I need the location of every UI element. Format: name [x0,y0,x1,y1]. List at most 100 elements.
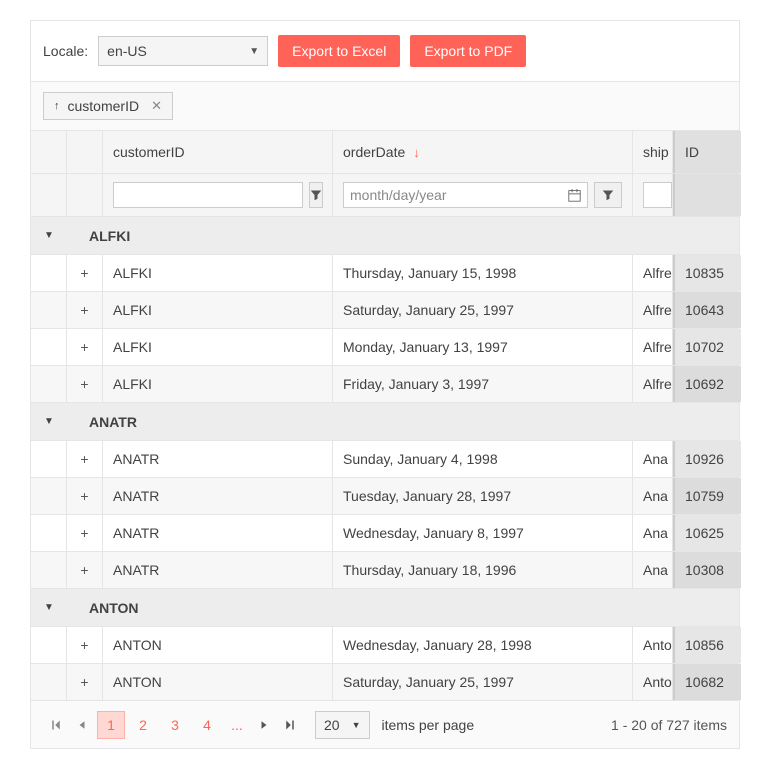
table-row: + ALFKIThursday, January 15, 1998Alfre108… [31,254,739,291]
filter-button-customerID[interactable] [309,182,323,208]
export-excel-button[interactable]: Export to Excel [278,35,400,67]
plus-icon: + [80,302,88,318]
cell-ship: Alfre [633,292,673,328]
cell-ship: Alfre [633,255,673,291]
group-label: ANATR [67,414,137,430]
cell-customerID: ALFKI [103,329,333,365]
expand-row-button[interactable]: + [67,255,103,291]
header-spacer [31,131,67,173]
group-label: ANTON [67,600,139,616]
cell-id: 10759 [673,478,741,514]
expand-row-button[interactable]: + [67,478,103,514]
table-row: +ANTONSaturday, January 25, 1997Anto1068… [31,663,739,700]
expand-row-button[interactable]: + [67,441,103,477]
plus-icon: + [80,265,88,281]
locale-value: en-US [107,43,147,59]
column-header-id[interactable]: ID [673,131,741,173]
plus-icon: + [80,637,88,653]
plus-icon: + [80,339,88,355]
page-number-3[interactable]: 3 [161,711,189,739]
cell-orderDate: Friday, January 3, 1997 [333,366,633,402]
pager-next-button[interactable] [251,712,277,738]
cell-customerID: ANATR [103,441,333,477]
filter-input-orderDate[interactable]: month/day/year [343,182,588,208]
cell-id: 10835 [673,255,741,291]
cell-customerID: ANATR [103,515,333,551]
filter-input-customerID[interactable] [113,182,303,208]
cell-customerID: ANATR [103,552,333,588]
expand-row-button[interactable]: + [67,329,103,365]
plus-icon: + [80,451,88,467]
page-size-select[interactable]: 20 ▼ [315,711,370,739]
cell-orderDate: Wednesday, January 28, 1998 [333,627,633,663]
plus-icon: + [80,525,88,541]
last-page-icon [284,719,296,731]
expand-row-button[interactable]: + [67,627,103,663]
locale-select[interactable]: en-US ▼ [98,36,268,66]
toolbar: Locale: en-US ▼ Export to Excel Export t… [31,21,739,81]
sort-desc-icon: ↓ [413,145,420,160]
cell-id: 10926 [673,441,741,477]
table-row: + ANATRSunday, January 4, 1998Ana10926 [31,440,739,477]
group-chip-customerID[interactable]: ↑ customerID ✕ [43,92,173,120]
expand-row-button[interactable]: + [67,366,103,402]
expand-row-button[interactable]: + [67,515,103,551]
pager-ellipsis[interactable]: ... [223,717,251,733]
expand-row-button[interactable]: + [67,664,103,700]
close-icon[interactable]: ✕ [151,98,162,114]
sort-asc-icon: ↑ [54,100,60,112]
cell-orderDate: Tuesday, January 28, 1997 [333,478,633,514]
prev-page-icon [77,720,87,730]
pager-last-button[interactable] [277,712,303,738]
column-header-ship[interactable]: ship [633,131,673,173]
cell-customerID: ALFKI [103,366,333,402]
expand-row-button[interactable]: + [67,552,103,588]
cell-orderDate: Sunday, January 4, 1998 [333,441,633,477]
table-row: +ANATRWednesday, January 8, 1997Ana10625 [31,514,739,551]
caret-down-icon: ▼ [31,416,67,427]
chevron-down-icon: ▼ [249,46,259,57]
pager: 1234 ... 20 ▼ items per page 1 - 20 of 7… [31,700,739,748]
cell-id: 10643 [673,292,741,328]
table-row: +ALFKISaturday, January 25, 1997Alfre106… [31,291,739,328]
group-row[interactable]: ▼ANATR [31,402,739,440]
cell-ship: Ana [633,441,673,477]
next-page-icon [259,720,269,730]
table-row: + ANTONWednesday, January 28, 1998Anto108… [31,626,739,663]
cell-orderDate: Saturday, January 25, 1997 [333,664,633,700]
expand-row-button[interactable]: + [67,292,103,328]
cell-orderDate: Saturday, January 25, 1997 [333,292,633,328]
group-row[interactable]: ▼ALFKI [31,216,739,254]
pager-info: 1 - 20 of 727 items [611,717,727,733]
cell-id: 10856 [673,627,741,663]
cell-orderDate: Thursday, January 15, 1998 [333,255,633,291]
page-number-1[interactable]: 1 [97,711,125,739]
items-per-page-label: items per page [382,717,475,733]
locale-label: Locale: [43,43,88,59]
pager-prev-button[interactable] [69,712,95,738]
page-number-4[interactable]: 4 [193,711,221,739]
cell-ship: Anto [633,627,673,663]
plus-icon: + [80,488,88,504]
table-row: +ALFKIMonday, January 13, 1997Alfre10702 [31,328,739,365]
cell-ship: Ana [633,552,673,588]
export-pdf-button[interactable]: Export to PDF [410,35,526,67]
cell-customerID: ANTON [103,627,333,663]
filter-row: month/day/year [31,173,739,216]
header-expand-col [67,131,103,173]
cell-ship: Ana [633,478,673,514]
plus-icon: + [80,376,88,392]
grid-panel: Locale: en-US ▼ Export to Excel Export t… [30,20,740,749]
column-header-orderDate[interactable]: orderDate ↓ [333,131,633,173]
page-number-2[interactable]: 2 [129,711,157,739]
filter-button-orderDate[interactable] [594,182,622,208]
cell-id: 10682 [673,664,741,700]
cell-customerID: ALFKI [103,255,333,291]
filter-input-ship[interactable] [643,182,672,208]
group-row[interactable]: ▼ANTON [31,588,739,626]
pager-first-button[interactable] [43,712,69,738]
cell-customerID: ANTON [103,664,333,700]
column-header-customerID[interactable]: customerID [103,131,333,173]
cell-id: 10702 [673,329,741,365]
cell-orderDate: Monday, January 13, 1997 [333,329,633,365]
